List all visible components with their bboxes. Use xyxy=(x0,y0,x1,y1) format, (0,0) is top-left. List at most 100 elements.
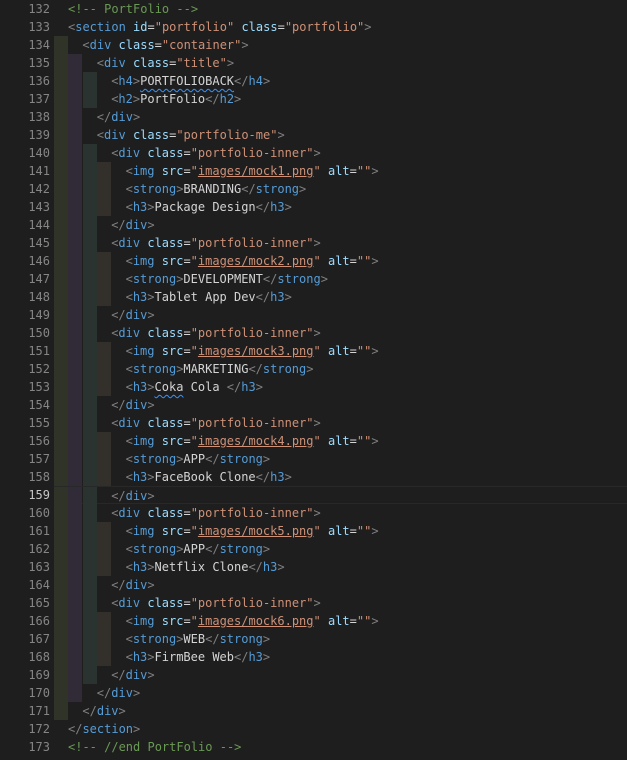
code-line[interactable]: 150 <div class="portfolio-inner"> xyxy=(0,324,627,342)
code-token: > xyxy=(147,560,155,574)
indent-guide xyxy=(68,487,83,505)
code-line[interactable]: 136 <h4>PORTFOLIOBACK</h4> xyxy=(0,72,627,90)
code-line[interactable]: 149 </div> xyxy=(0,306,627,324)
code-token: div xyxy=(118,596,141,610)
code-token: > xyxy=(262,650,271,664)
indent-guide xyxy=(97,540,112,558)
code-line[interactable]: 141 <img src="images/mock1.png" alt=""> xyxy=(0,162,627,180)
code-token: img xyxy=(132,434,155,448)
indent-guide xyxy=(97,162,112,180)
code-line[interactable]: 157 <strong>APP</strong> xyxy=(0,450,627,468)
code-line[interactable]: 147 <strong>DEVELOPMENT</strong> xyxy=(0,270,627,288)
code-line[interactable]: 170 </div> xyxy=(0,684,627,702)
indent-guide xyxy=(68,396,83,414)
code-text: <h3>Package Design</h3> xyxy=(126,198,292,216)
line-number: 165 xyxy=(28,596,50,610)
code-area: <img src="images/mock1.png" alt=""> xyxy=(54,162,627,180)
code-line[interactable]: 140 <div class="portfolio-inner"> xyxy=(0,144,627,162)
indent-guide xyxy=(68,684,83,702)
code-token: "portfolio" xyxy=(154,20,235,34)
code-editor[interactable]: 132 <!-- PortFolio --> 133 <section id="por… xyxy=(0,0,627,760)
code-line[interactable]: 148 <h3>Tablet App Dev</h3> xyxy=(0,288,627,306)
code-line[interactable]: 168 <h3>FirmBee Web</h3> xyxy=(0,648,627,666)
code-line[interactable]: 132 <!-- PortFolio --> xyxy=(0,0,627,18)
code-line[interactable]: 160 <div class="portfolio-inner"> xyxy=(0,504,627,522)
indent-guide xyxy=(54,432,68,450)
code-line[interactable]: 155 <div class="portfolio-inner"> xyxy=(0,414,627,432)
code-token: > xyxy=(313,326,321,340)
code-text: <h3>FirmBee Web</h3> xyxy=(126,648,271,666)
code-line[interactable]: 138 </div> xyxy=(0,108,627,126)
indent-guide xyxy=(82,234,97,252)
code-area: <div class="container"> xyxy=(54,36,627,54)
code-token: > xyxy=(241,38,249,52)
code-line[interactable]: 144 </div> xyxy=(0,216,627,234)
code-line[interactable]: 163 <h3>Netflix Clone</h3> xyxy=(0,558,627,576)
code-line[interactable]: 137 <h2>PortFolio</h2> xyxy=(0,90,627,108)
code-line[interactable]: 145 <div class="portfolio-inner"> xyxy=(0,234,627,252)
code-area: <h3>Netflix Clone</h3> xyxy=(54,558,627,576)
code-line[interactable]: 165 <div class="portfolio-inner"> xyxy=(0,594,627,612)
code-line[interactable]: 164 </div> xyxy=(0,576,627,594)
code-line[interactable]: 146 <img src="images/mock2.png" alt=""> xyxy=(0,252,627,270)
code-line[interactable]: 159 </div> xyxy=(0,486,627,505)
code-token: strong xyxy=(132,452,177,466)
code-token: </ xyxy=(111,218,126,232)
code-line[interactable]: 142 <strong>BRANDING</strong> xyxy=(0,180,627,198)
code-line[interactable]: 143 <h3>Package Design</h3> xyxy=(0,198,627,216)
line-number: 149 xyxy=(28,308,50,322)
code-token: < xyxy=(82,38,90,52)
code-token: src xyxy=(161,344,184,358)
code-token: " xyxy=(313,164,321,178)
code-text: <div class="portfolio-me"> xyxy=(97,126,285,144)
code-token: > xyxy=(147,200,155,214)
line-number: 157 xyxy=(28,452,50,466)
code-token: = xyxy=(349,614,357,628)
code-token: div xyxy=(118,326,141,340)
indent-guide xyxy=(82,648,97,666)
code-line[interactable]: 135 <div class="title"> xyxy=(0,54,627,72)
code-text: </div> xyxy=(111,576,154,594)
indent-guide xyxy=(68,216,83,234)
code-line[interactable]: 152 <strong>MARKETING</strong> xyxy=(0,360,627,378)
code-area: <img src="images/mock4.png" alt=""> xyxy=(54,432,627,450)
code-line[interactable]: 166 <img src="images/mock6.png" alt=""> xyxy=(0,612,627,630)
code-line[interactable]: 161 <img src="images/mock5.png" alt=""> xyxy=(0,522,627,540)
code-line[interactable]: 173 <!-- //end PortFolio --> xyxy=(0,738,627,756)
code-line[interactable]: 158 <h3>FaceBook Clone</h3> xyxy=(0,468,627,486)
code-line[interactable]: 171 </div> xyxy=(0,702,627,720)
indent-guide xyxy=(54,684,68,702)
indent-guide xyxy=(82,72,97,90)
indent-guide xyxy=(54,72,68,90)
code-token: src xyxy=(161,164,184,178)
code-token: > xyxy=(313,506,321,520)
indent-guide xyxy=(54,360,68,378)
code-token: div xyxy=(104,128,126,142)
code-line[interactable]: 162 <strong>APP</strong> xyxy=(0,540,627,558)
code-token: class xyxy=(147,326,184,340)
code-area: <!-- PortFolio --> xyxy=(54,0,627,18)
code-line[interactable]: 151 <img src="images/mock3.png" alt=""> xyxy=(0,342,627,360)
code-line[interactable]: 156 <img src="images/mock4.png" alt=""> xyxy=(0,432,627,450)
code-token: > xyxy=(371,524,379,538)
code-line[interactable]: 139 <div class="portfolio-me"> xyxy=(0,126,627,144)
code-token: APP xyxy=(183,452,206,466)
code-token: " xyxy=(190,344,198,358)
code-line[interactable]: 133 <section id="portfolio" class="portfo… xyxy=(0,18,627,36)
code-line[interactable]: 154 </div> xyxy=(0,396,627,414)
code-line[interactable]: 169 </div> xyxy=(0,666,627,684)
code-line[interactable]: 134 <div class="container"> xyxy=(0,36,627,54)
code-token: h2 xyxy=(118,92,133,106)
line-number: 163 xyxy=(28,560,50,574)
code-line[interactable]: 153 <h3>Coka Cola </h3> xyxy=(0,378,627,396)
indent-guide xyxy=(54,90,68,108)
code-line[interactable]: 167 <strong>WEB</strong> xyxy=(0,630,627,648)
code-line[interactable]: 172 </section> xyxy=(0,720,627,738)
code-token: < xyxy=(125,344,133,358)
code-token: > xyxy=(364,20,372,34)
code-token: < xyxy=(125,614,133,628)
